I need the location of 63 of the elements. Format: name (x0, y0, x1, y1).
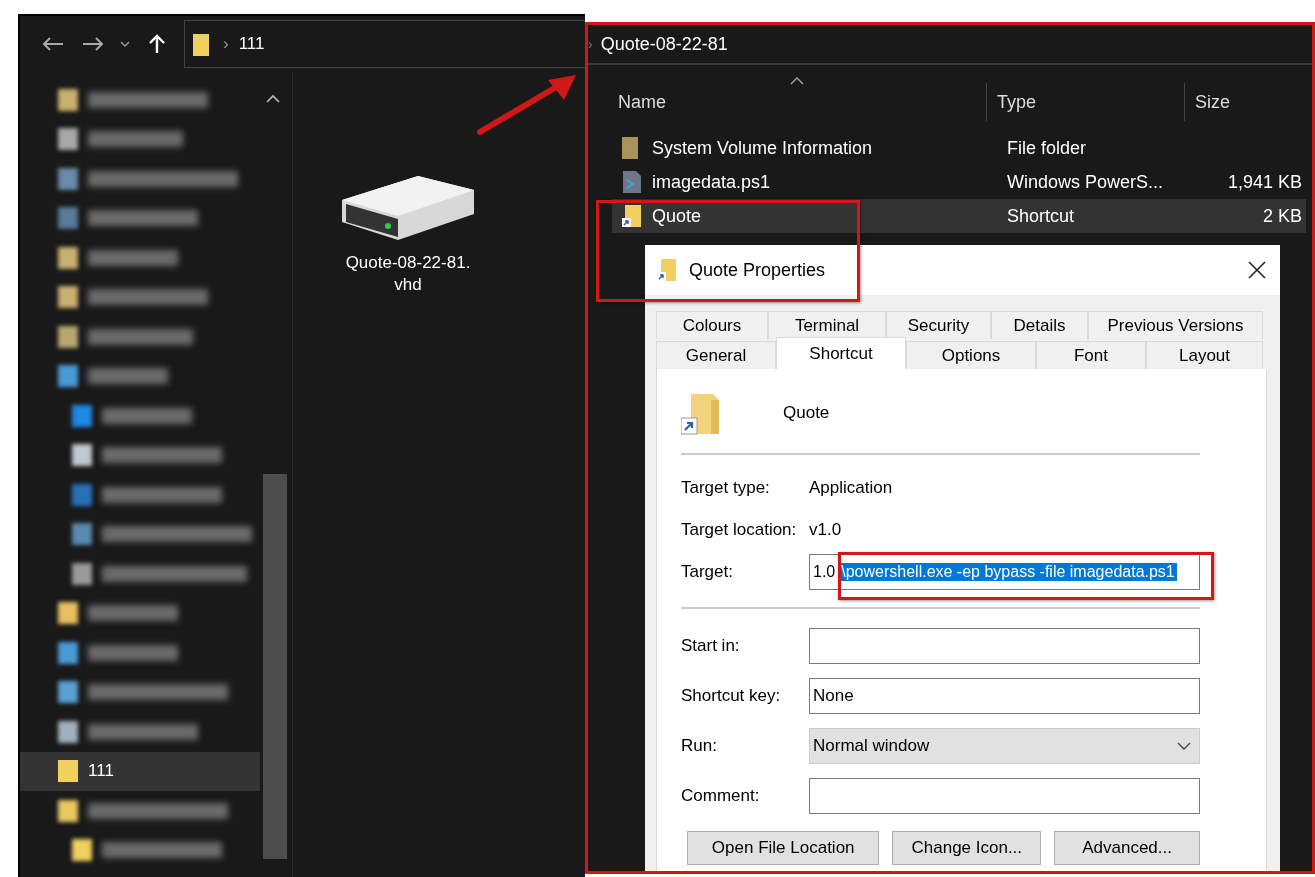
drive-item[interactable]: Quote-08-22-81.vhd (333, 170, 483, 296)
field-label: Target location: (681, 520, 798, 540)
chevron-down-icon[interactable] (120, 40, 130, 48)
field-value: v1.0 (809, 520, 842, 540)
shortcut-name: Quote (783, 403, 830, 423)
field-label: Comment: (681, 786, 761, 806)
field-label: Shortcut key: (681, 686, 782, 706)
field-label: Run: (681, 736, 718, 756)
tab[interactable]: Layout (1146, 341, 1263, 369)
chevron-down-icon (1177, 742, 1191, 750)
file-name: Quote (652, 205, 702, 227)
file-type: Shortcut (1006, 205, 1076, 227)
file-name: Quote-08-22-81.vhd (344, 252, 472, 296)
tab[interactable]: General (656, 341, 776, 369)
tab[interactable]: Details (991, 311, 1088, 339)
file-name: System Volume Information (652, 137, 873, 159)
input-field[interactable] (809, 628, 1200, 664)
field-label: Target: (681, 562, 734, 582)
field-value: Application (809, 478, 893, 498)
column-header[interactable]: Type (997, 91, 1037, 113)
up-arrow-icon[interactable] (148, 34, 166, 54)
file-type: File folder (1006, 137, 1088, 159)
scrollbar-thumb[interactable] (263, 474, 287, 859)
path-segment[interactable]: 111 (238, 34, 265, 54)
file-row[interactable]: Quote Shortcut 2 KB (612, 199, 1306, 233)
column-header[interactable]: Name (618, 91, 666, 113)
field-label: Start in: (681, 636, 741, 656)
file-row[interactable]: System Volume Information File folder (612, 131, 1306, 165)
shortcut-folder-icon (657, 258, 677, 282)
address-bar[interactable]: › 111 (184, 20, 585, 68)
folder-label: 111 (88, 761, 114, 782)
path-separator: › (223, 34, 229, 54)
dialog-button[interactable]: Change Icon... (892, 831, 1042, 865)
input-field[interactable]: None (809, 678, 1200, 714)
file-row[interactable]: imagedata.ps1 Windows PowerS... 1,941 KB (612, 165, 1306, 199)
field-label: Target type: (681, 478, 771, 498)
tab[interactable]: Previous Versions (1088, 311, 1263, 339)
input-field[interactable] (809, 778, 1200, 814)
dialog-title: Quote Properties (689, 259, 827, 281)
file-name: imagedata.ps1 (652, 171, 771, 193)
dialog-button[interactable]: Open File Location (687, 831, 880, 865)
column-header[interactable]: Size (1195, 91, 1230, 113)
scroll-up-icon[interactable] (266, 94, 280, 103)
sidebar-item[interactable]: 111 (20, 751, 260, 791)
file-type: Windows PowerS... (1006, 171, 1165, 193)
tab[interactable]: Font (1036, 341, 1146, 369)
shortcut-folder-icon (622, 204, 642, 228)
back-icon[interactable] (42, 36, 64, 52)
dialog-button[interactable]: Advanced... (1054, 831, 1200, 865)
tab[interactable]: Shortcut (776, 337, 906, 369)
dropdown[interactable]: Normal window (809, 728, 1200, 764)
tab[interactable]: Options (906, 341, 1036, 369)
tab[interactable]: Terminal (768, 311, 886, 339)
path-segment[interactable]: Quote-08-22-81 (600, 33, 728, 55)
file-size: 1,941 KB (1226, 171, 1303, 193)
target-field[interactable]: 1.0 \powershell.exe -ep bypass -file imagedata.ps1 (809, 554, 1200, 590)
tab[interactable]: Colours (656, 311, 768, 339)
script-file-icon (622, 170, 642, 194)
path-separator: › (588, 36, 593, 52)
tab[interactable]: Security (886, 311, 991, 339)
forward-icon[interactable] (82, 36, 104, 52)
close-icon[interactable] (1248, 261, 1266, 279)
file-size: 2 KB (1261, 205, 1303, 227)
